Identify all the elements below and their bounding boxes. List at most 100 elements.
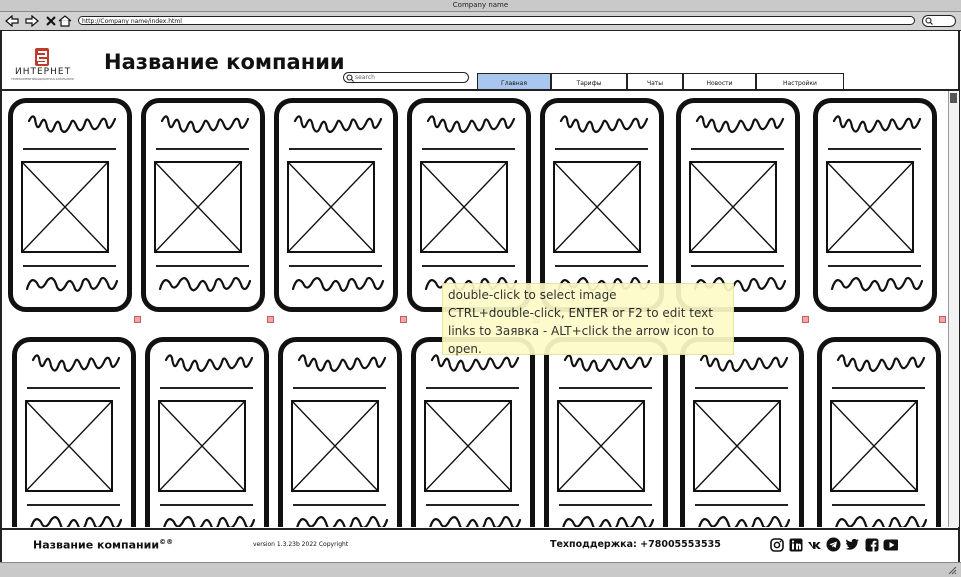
- footer-company-name: Название компании: [33, 538, 160, 552]
- tab-home[interactable]: Главная: [477, 73, 551, 89]
- tab-chats[interactable]: Чаты: [627, 73, 683, 89]
- card-caption-scribble: [160, 510, 260, 527]
- vertical-scrollbar[interactable]: [948, 91, 959, 527]
- image-placeholder[interactable]: [553, 161, 641, 253]
- image-placeholder[interactable]: [826, 161, 914, 253]
- card-title-scribble: [158, 111, 258, 149]
- search-icon: [925, 17, 933, 25]
- product-card[interactable]: [540, 98, 664, 312]
- footer-company: Название компании©®: [33, 538, 173, 552]
- product-card[interactable]: [411, 337, 535, 527]
- link-marker-icon[interactable]: [400, 316, 407, 323]
- facebook-icon[interactable]: [864, 537, 879, 552]
- card-title-scribble: [295, 350, 395, 388]
- page-title: Название компании: [104, 50, 345, 74]
- link-marker-icon[interactable]: [267, 316, 274, 323]
- card-caption-scribble: [426, 510, 526, 527]
- image-placeholder[interactable]: [287, 161, 375, 253]
- product-card[interactable]: [813, 98, 937, 312]
- card-divider: [832, 387, 925, 389]
- card-divider: [559, 387, 652, 389]
- card-divider: [23, 265, 116, 267]
- tab-news[interactable]: Новости: [683, 73, 756, 89]
- link-marker-icon[interactable]: [134, 316, 141, 323]
- image-placeholder[interactable]: [693, 400, 781, 492]
- scroll-thumb[interactable]: [950, 93, 957, 103]
- card-divider: [832, 504, 925, 506]
- card-title-scribble: [291, 111, 391, 149]
- vk-icon[interactable]: [807, 537, 822, 552]
- forward-icon[interactable]: [24, 12, 40, 30]
- card-divider: [160, 387, 253, 389]
- search-placeholder: search: [355, 74, 375, 81]
- link-marker-icon[interactable]: [939, 316, 946, 323]
- resize-grip-icon[interactable]: [947, 565, 957, 575]
- search-input[interactable]: search: [343, 72, 469, 83]
- product-card[interactable]: [817, 337, 941, 527]
- card-divider: [293, 504, 386, 506]
- instagram-icon[interactable]: [769, 537, 784, 552]
- card-divider: [691, 148, 784, 150]
- product-card[interactable]: [274, 98, 398, 312]
- card-caption-scribble: [289, 271, 389, 301]
- image-placeholder[interactable]: [21, 161, 109, 253]
- product-card[interactable]: [145, 337, 269, 527]
- card-divider: [23, 148, 116, 150]
- image-placeholder[interactable]: [424, 400, 512, 492]
- support-phone: Техподдержка: +78005553535: [550, 539, 721, 550]
- product-card[interactable]: [141, 98, 265, 312]
- product-card[interactable]: [8, 98, 132, 312]
- tab-tariffs[interactable]: Тарифы: [551, 73, 627, 89]
- card-title-scribble: [25, 111, 125, 149]
- image-placeholder[interactable]: [557, 400, 645, 492]
- card-divider: [426, 387, 519, 389]
- product-card[interactable]: [407, 98, 531, 312]
- card-caption-scribble: [828, 271, 928, 301]
- image-placeholder[interactable]: [689, 161, 777, 253]
- card-divider: [695, 504, 788, 506]
- product-card[interactable]: [680, 337, 804, 527]
- tooltip-line: links to Заявка - ALT+click the arrow ic…: [448, 324, 715, 338]
- browser-search-input[interactable]: [922, 15, 956, 27]
- card-caption-scribble: [695, 510, 795, 527]
- card-divider: [828, 148, 921, 150]
- home-icon[interactable]: [57, 12, 73, 30]
- address-bar[interactable]: http://Company name/index.html: [78, 16, 915, 25]
- image-placeholder[interactable]: [830, 400, 918, 492]
- card-divider: [27, 387, 120, 389]
- card-divider: [691, 265, 784, 267]
- social-links: [769, 537, 898, 552]
- tab-label: Новости: [706, 80, 733, 87]
- card-title-scribble: [834, 350, 934, 388]
- image-placeholder[interactable]: [420, 161, 508, 253]
- image-placeholder[interactable]: [25, 400, 113, 492]
- image-placeholder[interactable]: [158, 400, 246, 492]
- tab-label: Настройки: [783, 80, 817, 87]
- card-title-scribble: [162, 350, 262, 388]
- card-divider: [27, 504, 120, 506]
- telegram-icon[interactable]: [826, 537, 841, 552]
- linkedin-icon[interactable]: [788, 537, 803, 552]
- tab-label: Тарифы: [576, 80, 602, 87]
- tooltip-line: open.: [448, 342, 482, 356]
- card-divider: [289, 148, 382, 150]
- back-icon[interactable]: [4, 12, 20, 30]
- tab-settings[interactable]: Настройки: [756, 73, 844, 89]
- search-icon: [346, 74, 354, 82]
- card-divider: [695, 387, 788, 389]
- product-card[interactable]: [12, 337, 136, 527]
- status-bar: [0, 562, 961, 577]
- product-card[interactable]: [278, 337, 402, 527]
- product-card[interactable]: [544, 337, 668, 527]
- image-placeholder[interactable]: [154, 161, 242, 253]
- twitter-icon[interactable]: [845, 537, 860, 552]
- image-placeholder[interactable]: [291, 400, 379, 492]
- version-text: version 1.3.23b 2022 Copyright: [253, 541, 349, 548]
- card-caption-scribble: [27, 510, 127, 527]
- youtube-icon[interactable]: [883, 537, 898, 552]
- footer-divider: [2, 528, 958, 530]
- card-divider: [559, 504, 652, 506]
- product-card[interactable]: [676, 98, 800, 312]
- link-marker-icon[interactable]: [802, 316, 809, 323]
- card-divider: [426, 504, 519, 506]
